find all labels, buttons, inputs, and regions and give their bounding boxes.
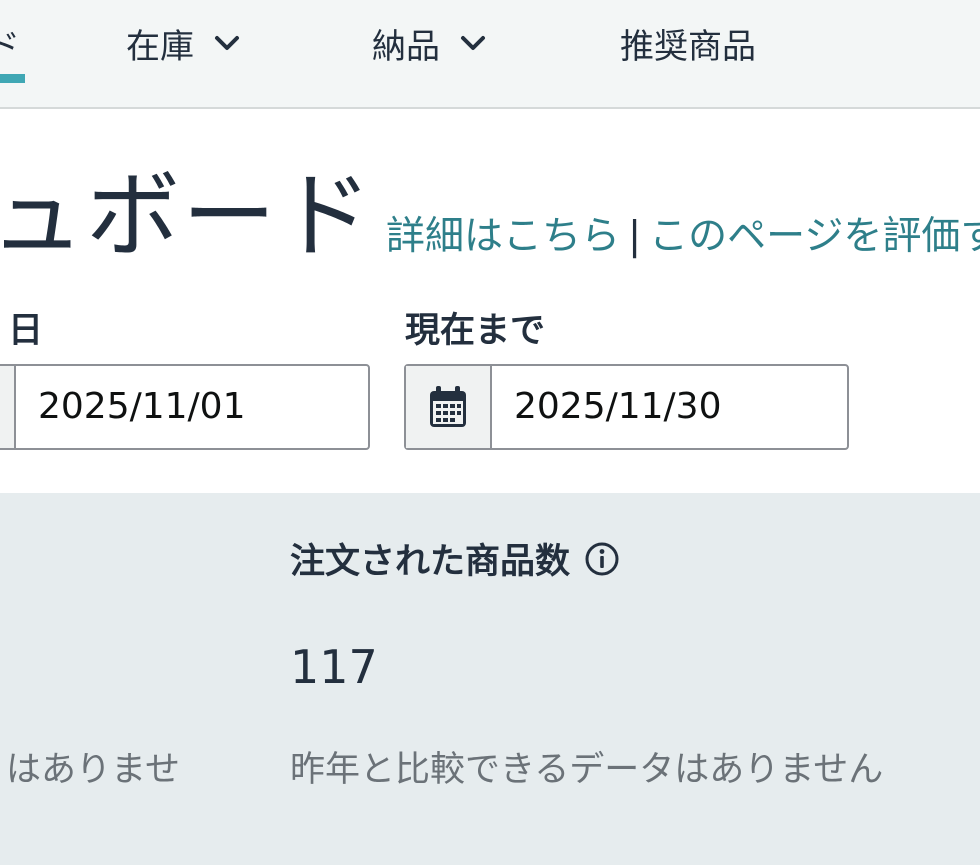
- top-navigation: ド 在庫 納品 推奨商品: [0, 0, 980, 109]
- nav-item-recommended[interactable]: 推奨商品: [620, 18, 756, 68]
- rate-page-link[interactable]: このページを評価す: [649, 214, 980, 259]
- ordered-units-title-text: 注文された商品数: [290, 542, 571, 582]
- metrics-panel: はありませ 注文された商品数 117 昨年と比較できるデータはありません: [0, 493, 980, 865]
- left-metric-note: はありませ: [6, 750, 180, 790]
- chevron-down-icon: [461, 36, 485, 50]
- ordered-units-title: 注文された商品数: [290, 533, 620, 584]
- end-date-label: 現在まで: [405, 311, 546, 351]
- chevron-down-icon: [215, 36, 239, 50]
- nav-item-inventory-label: 在庫: [126, 26, 194, 67]
- nav-item-inventory[interactable]: 在庫: [126, 18, 242, 68]
- info-icon[interactable]: [584, 541, 620, 577]
- link-separator: |: [628, 214, 642, 259]
- start-date-picker[interactable]: 2025/11/01: [0, 364, 370, 450]
- details-link[interactable]: 詳細はこちら: [386, 214, 620, 259]
- nav-item-dashboard-label: ド: [0, 26, 20, 67]
- title-links: 詳細はこちら | このページを評価す: [386, 205, 980, 261]
- nav-item-shipments-label: 納品: [372, 26, 440, 67]
- active-tab-indicator: [0, 74, 25, 83]
- start-date-label: 日: [8, 311, 44, 351]
- calendar-icon: [430, 386, 466, 427]
- ordered-units-comparison-note: 昨年と比較できるデータはありません: [290, 750, 884, 790]
- nav-item-recommended-label: 推奨商品: [620, 26, 756, 67]
- ordered-units-value: 117: [290, 640, 378, 694]
- nav-item-dashboard[interactable]: ド: [0, 18, 20, 68]
- calendar-button[interactable]: [406, 366, 492, 448]
- nav-item-shipments[interactable]: 納品: [372, 18, 488, 68]
- start-date-input[interactable]: 2025/11/01: [16, 366, 246, 448]
- calendar-button-partial[interactable]: [0, 366, 16, 448]
- page-title: ュボード: [0, 162, 375, 271]
- end-date-picker[interactable]: 2025/11/30: [404, 364, 849, 450]
- end-date-input[interactable]: 2025/11/30: [492, 366, 722, 448]
